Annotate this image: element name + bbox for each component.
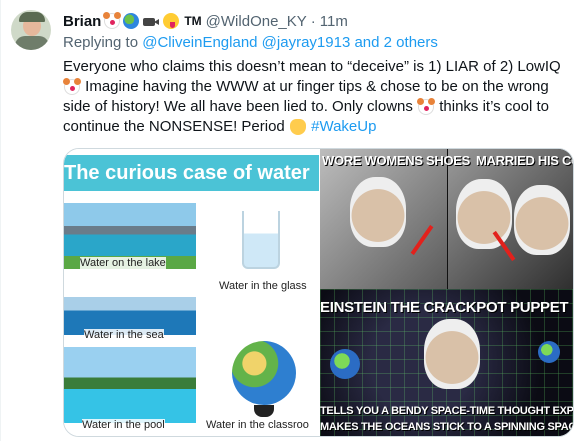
globe-emoji-icon xyxy=(123,13,140,29)
caption-sea: Water in the sea xyxy=(84,329,164,341)
caption-classroom: Water in the classroo xyxy=(206,419,309,431)
tweet-header: Brian TM @WildOne_KY · 11m xyxy=(63,11,348,31)
media-image-einstein[interactable]: WORE WOMENS SHOES MARRIED HIS COUSIN EIN… xyxy=(320,149,574,436)
replying-and[interactable]: and xyxy=(354,34,379,51)
globe-photo xyxy=(224,335,308,417)
tweet-text-line-2: Imagine having the WWW at ur finger tips… xyxy=(63,77,573,97)
water-title: The curious case of water xyxy=(64,162,310,184)
replying-others-link[interactable]: 2 others xyxy=(384,34,438,51)
waving-hand-emoji-icon xyxy=(289,119,306,136)
author-handle[interactable]: @WildOne_KY xyxy=(206,13,307,30)
trademark-symbol: TM xyxy=(184,14,202,28)
caption-pool: Water in the pool xyxy=(82,419,165,431)
caption-bottom-line-1: TELLS YOU A BENDY SPACE-TIME THOUGHT EXP… xyxy=(320,405,574,417)
tweet-text-line-4: continue the NONSENSE! Period #WakeUp xyxy=(63,118,377,136)
glass-photo xyxy=(232,203,292,275)
tweet-media[interactable]: The curious case of water Water on the l… xyxy=(63,148,574,437)
tweet-text: Everyone who claims this doesn’t mean to… xyxy=(63,57,573,137)
avatar[interactable] xyxy=(11,10,51,50)
caption-bottom-line-2: MAKES THE OCEANS STICK TO A SPINNING SPA… xyxy=(320,421,574,433)
caption-crackpot: EINSTEIN THE CRACKPOT PUPPET xyxy=(320,299,569,316)
clown-emoji-icon xyxy=(103,12,122,29)
media-image-water[interactable]: The curious case of water Water on the l… xyxy=(64,149,319,436)
pool-photo xyxy=(64,347,196,423)
caption-lake: Water on the lake xyxy=(80,257,166,269)
einstein-cousin-photo xyxy=(448,149,573,289)
einstein-shoes-photo xyxy=(320,149,447,289)
caption-married-cousin: MARRIED HIS COUSIN xyxy=(476,153,573,168)
caption-glass: Water in the glass xyxy=(219,280,307,292)
caption-wore-shoes: WORE WOMENS SHOES xyxy=(322,153,471,168)
tongue-emoji-icon xyxy=(163,13,180,29)
clown-emoji-icon xyxy=(63,78,81,96)
tweet-text-line-1: Everyone who claims this doesn’t mean to… xyxy=(63,58,561,75)
author-name[interactable]: Brian xyxy=(63,13,101,30)
clown-emoji-icon xyxy=(417,98,436,116)
hashtag-link[interactable]: #WakeUp xyxy=(311,118,376,135)
replying-prefix: Replying to xyxy=(63,34,139,51)
tweet-text-line-3: side of history! We all have been lied t… xyxy=(63,98,550,116)
separator-dot: · xyxy=(310,12,316,30)
camera-emoji-icon xyxy=(142,13,160,29)
replying-users-link[interactable]: @CliveinEngland @jayray1913 xyxy=(142,34,350,51)
timestamp[interactable]: 11m xyxy=(320,13,348,30)
replying-to: Replying to @CliveinEngland @jayray1913 … xyxy=(63,34,438,51)
tweet[interactable]: Brian TM @WildOne_KY · 11m Replying to @… xyxy=(0,0,583,441)
